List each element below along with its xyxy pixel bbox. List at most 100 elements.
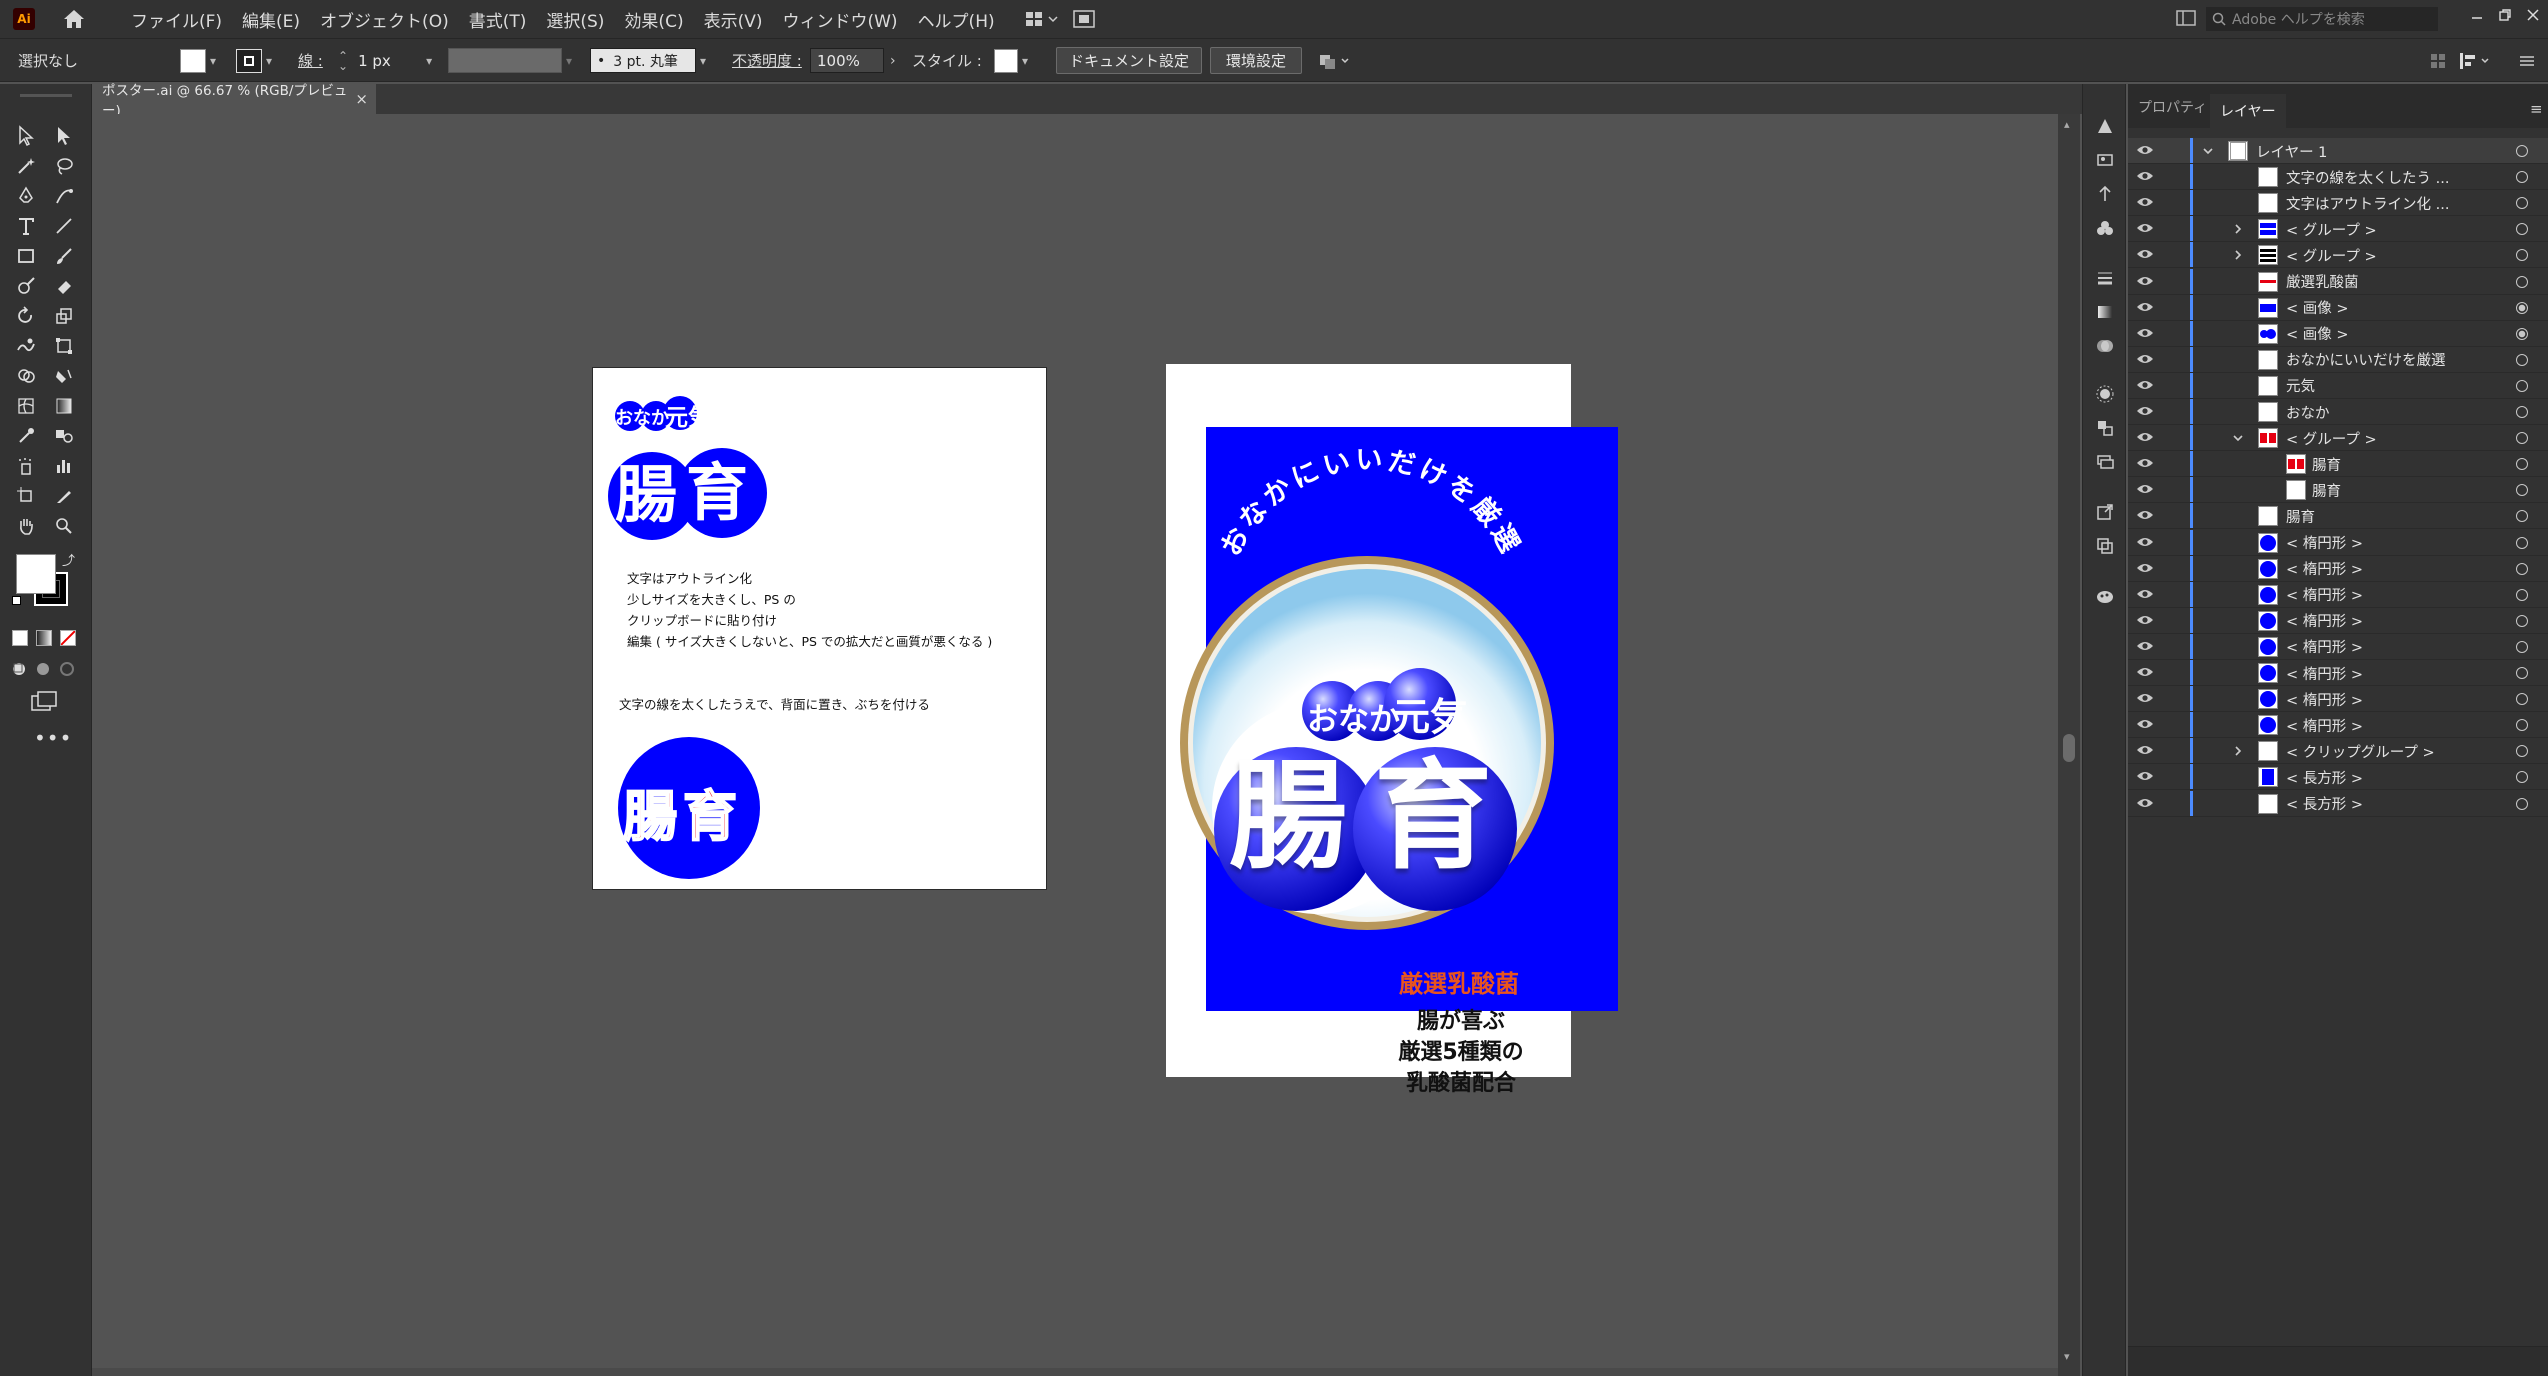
target-icon[interactable] <box>2516 614 2528 627</box>
layer-name[interactable]: おなか <box>2286 402 2330 423</box>
home-icon[interactable] <box>61 6 87 32</box>
target-icon[interactable] <box>2516 771 2528 784</box>
brush-definition-field[interactable]: • 3 pt. 丸筆 <box>590 48 696 73</box>
lock-toggle[interactable] <box>2162 664 2180 682</box>
screen-mode-icon[interactable] <box>30 690 58 714</box>
style-swatch[interactable] <box>994 48 1018 73</box>
layer-name[interactable]: < 楕円形 > <box>2286 663 2363 684</box>
layer-name[interactable]: < 画像 > <box>2286 297 2349 318</box>
puppet-warp-icon[interactable] <box>2091 180 2119 208</box>
stroke-weight-input[interactable]: 1 px <box>352 48 422 73</box>
artboards-icon[interactable] <box>2091 532 2119 560</box>
visibility-eye-icon[interactable] <box>2136 274 2154 292</box>
gradient-tool-icon[interactable] <box>50 392 78 420</box>
layer-row[interactable]: レイヤー 1 <box>2128 138 2548 164</box>
scroll-down-icon[interactable]: ▾ <box>2064 1350 2070 1363</box>
layer-row[interactable]: < 楕円形 > <box>2128 633 2548 660</box>
image-trace-icon[interactable] <box>2091 146 2119 174</box>
target-icon[interactable] <box>2516 353 2528 366</box>
layer-row[interactable]: < 画像 > <box>2128 294 2548 321</box>
curvature-tool-icon[interactable] <box>50 182 78 210</box>
restore-button[interactable] <box>2494 4 2516 26</box>
chevron-right-icon[interactable]: › <box>890 53 896 69</box>
lock-toggle[interactable] <box>2162 220 2180 238</box>
lock-toggle[interactable] <box>2162 560 2180 578</box>
help-search-input[interactable]: Adobe ヘルプを検索 <box>2206 7 2438 31</box>
layer-name[interactable]: < 楕円形 > <box>2286 715 2363 736</box>
panel-menu-icon[interactable]: ≡ <box>2530 100 2543 118</box>
lasso-tool-icon[interactable] <box>50 152 78 180</box>
layer-name[interactable]: < 楕円形 > <box>2286 584 2363 605</box>
visibility-eye-icon[interactable] <box>2136 796 2154 814</box>
type-tool-icon[interactable] <box>12 212 40 240</box>
transparency-icon[interactable] <box>2091 332 2119 360</box>
visibility-eye-icon[interactable] <box>2136 535 2154 553</box>
stroke-panel-icon[interactable] <box>2091 264 2119 292</box>
opacity-label[interactable]: 不透明度 : <box>732 47 802 74</box>
opacity-control[interactable]: 100% › <box>810 47 896 74</box>
target-icon[interactable] <box>2516 536 2528 549</box>
lock-toggle[interactable] <box>2162 507 2180 525</box>
lock-toggle[interactable] <box>2162 273 2180 291</box>
visibility-eye-icon[interactable] <box>2136 378 2154 396</box>
lock-toggle[interactable] <box>2162 481 2180 499</box>
line-segment-tool-icon[interactable] <box>50 212 78 240</box>
target-icon[interactable] <box>2516 458 2528 471</box>
artboard-2-poster[interactable]: おなかにいいだけを厳選 おなか 元気 腸 育 生活 厳選乳酸菌 腸が喜ぶ 厳選5… <box>1166 364 1618 1096</box>
color-guide-icon[interactable] <box>2091 582 2119 610</box>
lock-toggle[interactable] <box>2162 534 2180 552</box>
layer-name[interactable]: < 楕円形 > <box>2286 610 2363 631</box>
stroke-color-picker[interactable]: ▾ <box>236 47 272 74</box>
lock-toggle[interactable] <box>2162 742 2180 760</box>
layer-row[interactable]: < グループ > <box>2128 242 2548 269</box>
layer-row[interactable]: < グループ > <box>2128 216 2548 243</box>
visibility-eye-icon[interactable] <box>2136 482 2154 500</box>
menu-help[interactable]: ヘルプ(H) <box>918 7 995 32</box>
layer-name[interactable]: < クリップグループ > <box>2286 741 2435 762</box>
layer-row[interactable]: < 長方形 > <box>2128 764 2548 791</box>
zoom-tool-icon[interactable] <box>50 512 78 540</box>
layer-row[interactable]: 元気 <box>2128 372 2548 399</box>
target-icon[interactable] <box>2516 223 2528 236</box>
fill-stroke-widget[interactable]: ⤴ <box>12 550 76 614</box>
pen-tool-icon[interactable] <box>12 182 40 210</box>
color-mode-icon[interactable] <box>12 630 28 646</box>
transform-icon[interactable] <box>2428 47 2448 74</box>
live-paint-tool-icon[interactable] <box>50 362 78 390</box>
scroll-up-icon[interactable]: ▴ <box>2064 118 2070 131</box>
blend-tool-icon[interactable] <box>50 422 78 450</box>
target-icon[interactable] <box>2516 327 2528 340</box>
target-icon[interactable] <box>2516 745 2528 758</box>
draw-normal-icon[interactable] <box>10 660 28 678</box>
layer-name[interactable]: < グループ > <box>2286 245 2377 266</box>
none-mode-icon[interactable] <box>60 630 76 646</box>
lock-toggle[interactable] <box>2162 142 2180 160</box>
close-window-button[interactable] <box>2522 4 2544 26</box>
eraser-tool-icon[interactable] <box>50 272 78 300</box>
visibility-eye-icon[interactable] <box>2136 404 2154 422</box>
artboard-tool-icon[interactable] <box>12 482 40 510</box>
chevron-down-icon[interactable]: ▾ <box>426 54 432 68</box>
opacity-input[interactable]: 100% <box>810 48 884 73</box>
tab-layers[interactable]: レイヤー <box>2210 94 2286 128</box>
lock-toggle[interactable] <box>2162 194 2180 212</box>
target-icon[interactable] <box>2516 301 2528 314</box>
panel-toggle-icon[interactable] <box>2176 9 2196 27</box>
stroke-weight-control[interactable]: ⌃ ⌄ 1 px ▾ <box>338 47 432 74</box>
layer-name[interactable]: 腸育 <box>2312 454 2341 475</box>
target-icon[interactable] <box>2516 562 2528 575</box>
layer-row[interactable]: < 楕円形 > <box>2128 555 2548 582</box>
lock-toggle[interactable] <box>2162 325 2180 343</box>
target-icon[interactable] <box>2516 379 2528 392</box>
slice-tool-icon[interactable] <box>50 482 78 510</box>
target-icon[interactable] <box>2516 145 2528 157</box>
horizontal-scrollbar[interactable] <box>92 1368 2058 1376</box>
layer-name[interactable]: < 楕円形 > <box>2286 558 2363 579</box>
magic-wand-tool-icon[interactable] <box>12 152 40 180</box>
visibility-eye-icon[interactable] <box>2136 508 2154 526</box>
target-icon[interactable] <box>2516 693 2528 706</box>
visibility-eye-icon[interactable] <box>2136 352 2154 370</box>
draw-inside-icon[interactable] <box>58 660 76 678</box>
target-icon[interactable] <box>2516 249 2528 262</box>
hand-tool-icon[interactable] <box>12 512 40 540</box>
